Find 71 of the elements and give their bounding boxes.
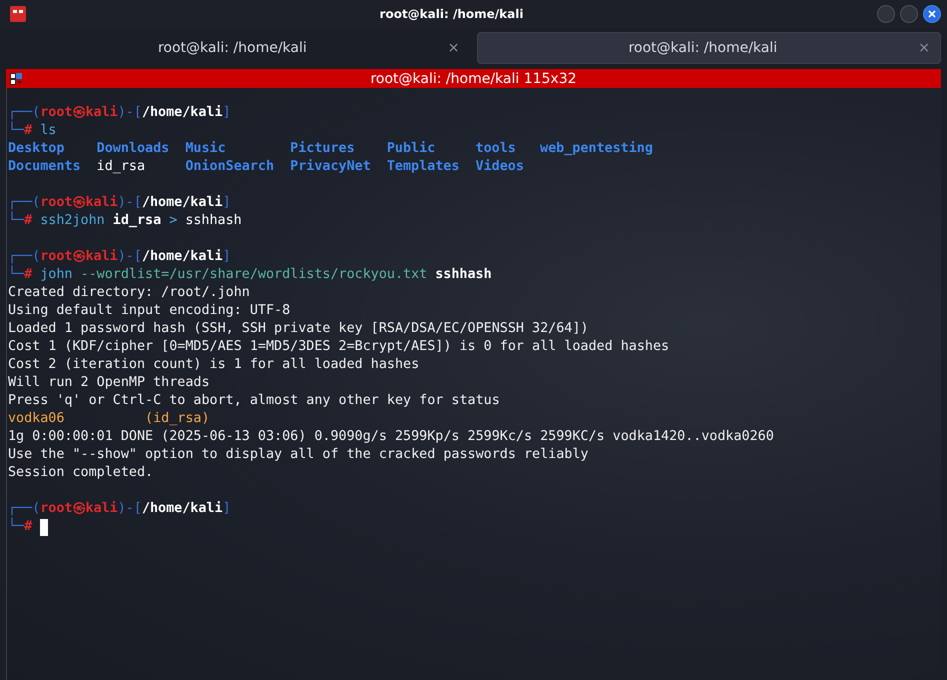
terminal-app-icon xyxy=(10,6,26,22)
argument-text: sshhash xyxy=(435,266,492,284)
close-icon xyxy=(928,10,936,18)
tab-close-button[interactable]: × xyxy=(448,40,460,56)
prompt-frame: )-[ xyxy=(118,500,142,518)
directory-name: Templates xyxy=(386,158,460,176)
prompt-user: root㉿kali xyxy=(40,248,118,266)
session-title: root@kali: /home/kali 115x32 xyxy=(369,70,578,86)
command-text: ssh2john xyxy=(40,212,105,230)
output-text: Session completed. xyxy=(8,464,154,482)
prompt-frame: ] xyxy=(222,194,231,212)
directory-name: Music xyxy=(185,140,227,158)
output-text: Press 'q' or Ctrl-C to abort, almost any other key for status xyxy=(8,392,500,410)
output-text: 1g 0:00:00:01 DONE (2025-06-13 03:06) 0.9090g/s 2599Kp/s 2599Kc/s 2599KC/s vodka1420..vodka0260 xyxy=(8,428,774,446)
prompt-frame: ┌──( xyxy=(8,194,40,212)
close-button[interactable] xyxy=(923,5,941,23)
output-text: Using default input encoding: UTF-8 xyxy=(8,302,290,320)
prompt-frame: )-[ xyxy=(118,194,142,212)
redirect-operator: > xyxy=(169,212,178,230)
output-text: Created directory: /root/.john xyxy=(8,284,250,302)
prompt-frame: ┌──( xyxy=(8,500,40,518)
directory-name: Documents xyxy=(8,158,81,176)
prompt-frame: ┌──( xyxy=(8,248,40,266)
directory-name: Pictures xyxy=(290,140,356,158)
prompt-path: /home/kali xyxy=(142,104,223,122)
window-title: root@kali: /home/kali xyxy=(378,7,524,21)
file-name: id_rsa xyxy=(96,158,146,176)
cracked-password: vodka06 xyxy=(8,410,64,428)
prompt-frame: )-[ xyxy=(118,104,142,122)
prompt-frame: ] xyxy=(222,248,231,266)
directory-name: Public xyxy=(386,140,436,158)
directory-name: tools xyxy=(476,140,517,158)
directory-name: web_pentesting xyxy=(540,140,653,158)
prompt-frame: └─ xyxy=(8,212,24,230)
prompt-user: root㉿kali xyxy=(40,194,118,212)
prompt-symbol: # xyxy=(24,213,32,230)
command-text: john xyxy=(40,266,72,284)
tab-close-button[interactable]: × xyxy=(918,40,930,56)
prompt-user: root㉿kali xyxy=(40,500,118,518)
prompt-path: /home/kali xyxy=(142,248,223,266)
prompt-frame: ] xyxy=(222,104,231,122)
option-text: --wordlist=/usr/share/wordlists/rockyou.txt xyxy=(80,266,428,284)
output-text: Cost 2 (iteration count) is 1 for all loaded hashes xyxy=(8,356,420,374)
prompt-frame: ┌──( xyxy=(8,104,40,122)
output-text: Cost 1 (KDF/cipher [0=MD5/AES 1=MD5/3DES 2=Bcrypt/AES]) is 0 for all loaded hashes xyxy=(8,338,670,356)
output-text: Use the "--show" option to display all of the cracked passwords reliably xyxy=(8,446,588,464)
directory-name: Downloads xyxy=(96,140,170,158)
prompt-symbol: # xyxy=(24,123,32,140)
key-file-name: (id_rsa) xyxy=(145,410,210,428)
prompt-frame: └─ xyxy=(8,266,24,284)
split-view-icon[interactable] xyxy=(10,72,22,84)
argument-text: id_rsa xyxy=(112,212,162,230)
directory-name: PrivacyNet xyxy=(290,158,371,176)
directory-name: Videos xyxy=(476,158,524,176)
prompt-path: /home/kali xyxy=(142,194,223,212)
terminal-tab[interactable]: root@kali: /home/kali × xyxy=(6,32,470,64)
argument-text: sshhash xyxy=(185,212,242,230)
prompt-frame: )-[ xyxy=(118,248,142,266)
directory-name: Desktop xyxy=(8,140,66,158)
output-text: Will run 2 OpenMP threads xyxy=(8,374,210,392)
prompt-symbol: # xyxy=(24,267,32,284)
command-text: ls xyxy=(40,122,56,140)
prompt-user: root㉿kali xyxy=(40,104,118,122)
output-text: Loaded 1 password hash (SSH, SSH private key [RSA/DSA/EC/OPENSSH 32/64]) xyxy=(8,320,588,338)
prompt-frame: └─ xyxy=(8,122,24,140)
prompt-symbol: # xyxy=(24,519,32,536)
prompt-frame: ] xyxy=(222,500,231,518)
terminal-tab[interactable]: root@kali: /home/kali × xyxy=(476,32,941,64)
directory-name: OnionSearch xyxy=(185,158,274,176)
prompt-path: /home/kali xyxy=(142,500,223,518)
prompt-frame: └─ xyxy=(8,518,24,536)
